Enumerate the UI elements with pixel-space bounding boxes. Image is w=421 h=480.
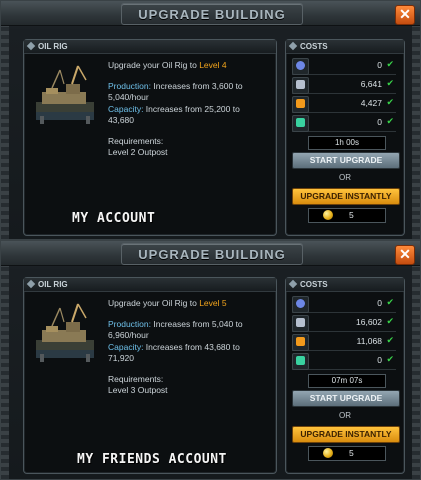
oil-icon (292, 96, 309, 113)
costs-title: COSTS (300, 280, 328, 289)
oil-rig-image (36, 303, 94, 362)
upgrade-time: 07m 07s (308, 374, 386, 388)
costs-panel: COSTS 0 ✔ 6,641 ✔ 4,427 ✔ 0 ✔ 1h 00s STA… (285, 39, 405, 236)
energy-icon (292, 296, 309, 313)
start-upgrade-button[interactable]: START UPGRADE (292, 152, 400, 169)
steel-icon (292, 77, 309, 94)
panel-title: OIL RIG (38, 42, 68, 51)
bullet-icon (26, 279, 36, 289)
costs-panel: COSTS 0 ✔ 16,602 ✔ 11,068 ✔ 0 ✔ 07m 07s … (285, 277, 405, 474)
cost-value: 16,602 (356, 317, 382, 327)
or-label: OR (339, 411, 351, 420)
cost-value: 0 (377, 298, 382, 308)
cost-value: 0 (377, 355, 382, 365)
title-plate: UPGRADE BUILDING (121, 3, 303, 25)
frame-edge-right (412, 263, 420, 479)
oil-icon (292, 334, 309, 351)
frame-edge-left (1, 263, 9, 479)
cost-row-energy: 0 ✔ (292, 58, 396, 75)
cost-row-steel: 6,641 ✔ (292, 77, 396, 94)
gold-value: 5 (349, 448, 354, 458)
crystal-icon (292, 115, 309, 132)
dialog-titlebar: UPGRADE BUILDING ✕ (1, 241, 420, 266)
target-level: Level 5 (199, 298, 227, 308)
check-icon: ✔ (386, 335, 394, 345)
gold-cost: 5 (308, 446, 386, 461)
upgrade-info: Upgrade your Oil Rig to Level 5 Producti… (108, 298, 268, 406)
title-plate: UPGRADE BUILDING (121, 243, 303, 265)
oil-rig-image (36, 65, 94, 124)
check-icon: ✔ (386, 297, 394, 307)
or-label: OR (339, 173, 351, 182)
upgrade-dialog-2: UPGRADE BUILDING ✕ OIL RIG Upgrade your … (0, 240, 421, 480)
gold-coin-icon (323, 210, 333, 220)
gold-coin-icon (323, 448, 333, 458)
steel-icon (292, 315, 309, 332)
cost-row-oil: 11,068 ✔ (292, 334, 396, 351)
cost-value: 4,427 (360, 98, 382, 108)
check-icon: ✔ (386, 116, 394, 126)
building-info-panel: OIL RIG Upgrade your Oil Rig to Level 5 … (23, 277, 277, 474)
dialog-title: UPGRADE BUILDING (138, 247, 286, 262)
annotation-text: MY ACCOUNT (72, 211, 156, 226)
requirements-value: Level 3 Outpost (108, 385, 168, 395)
production-label: Production: (108, 318, 151, 329)
cost-value: 6,641 (360, 79, 382, 89)
dialog-titlebar: UPGRADE BUILDING ✕ (1, 1, 420, 26)
costs-header: COSTS (286, 40, 404, 54)
upgrade-instantly-button[interactable]: UPGRADE INSTANTLY (292, 426, 400, 443)
crystal-icon (292, 353, 309, 370)
bullet-icon (26, 41, 36, 51)
energy-icon (292, 58, 309, 75)
panel-header: OIL RIG (24, 278, 276, 292)
check-icon: ✔ (386, 59, 394, 69)
cost-value: 11,068 (356, 336, 382, 346)
panel-header: OIL RIG (24, 40, 276, 54)
check-icon: ✔ (386, 354, 394, 364)
capacity-label: Capacity: (108, 341, 144, 352)
cost-row-energy: 0 ✔ (292, 296, 396, 313)
panel-title: OIL RIG (38, 280, 68, 289)
check-icon: ✔ (386, 316, 394, 326)
cost-row-crystal: 0 ✔ (292, 353, 396, 370)
check-icon: ✔ (386, 78, 394, 88)
check-icon: ✔ (386, 97, 394, 107)
dialog-title: UPGRADE BUILDING (138, 7, 286, 22)
gold-cost: 5 (308, 208, 386, 223)
frame-edge-left (1, 23, 9, 239)
requirements-value: Level 2 Outpost (108, 147, 168, 157)
building-info-panel: OIL RIG Upgrade your Oil Rig to Level 4 … (23, 39, 277, 236)
frame-edge-right (412, 23, 420, 239)
upgrade-time: 1h 00s (308, 136, 386, 150)
bullet-icon (288, 41, 298, 51)
cost-row-oil: 4,427 ✔ (292, 96, 396, 113)
upgrade-text: Upgrade your Oil Rig to (108, 60, 200, 70)
cost-row-steel: 16,602 ✔ (292, 315, 396, 332)
cost-value: 0 (377, 60, 382, 70)
cost-row-crystal: 0 ✔ (292, 115, 396, 132)
annotation-text: MY FRIENDS ACCOUNT (77, 452, 227, 467)
upgrade-info: Upgrade your Oil Rig to Level 4 Producti… (108, 60, 268, 168)
close-button[interactable]: ✕ (395, 245, 415, 265)
costs-title: COSTS (300, 42, 328, 51)
start-upgrade-button[interactable]: START UPGRADE (292, 390, 400, 407)
requirements-label: Requirements: (108, 135, 164, 146)
upgrade-instantly-button[interactable]: UPGRADE INSTANTLY (292, 188, 400, 205)
target-level: Level 4 (199, 60, 227, 70)
production-label: Production: (108, 80, 151, 91)
costs-header: COSTS (286, 278, 404, 292)
upgrade-text: Upgrade your Oil Rig to (108, 298, 200, 308)
requirements-label: Requirements: (108, 373, 164, 384)
upgrade-dialog-1: UPGRADE BUILDING ✕ OIL RIG Upgrade your … (0, 0, 421, 240)
cost-value: 0 (377, 117, 382, 127)
close-button[interactable]: ✕ (395, 5, 415, 25)
bullet-icon (288, 279, 298, 289)
capacity-label: Capacity: (108, 103, 144, 114)
gold-value: 5 (349, 210, 354, 220)
